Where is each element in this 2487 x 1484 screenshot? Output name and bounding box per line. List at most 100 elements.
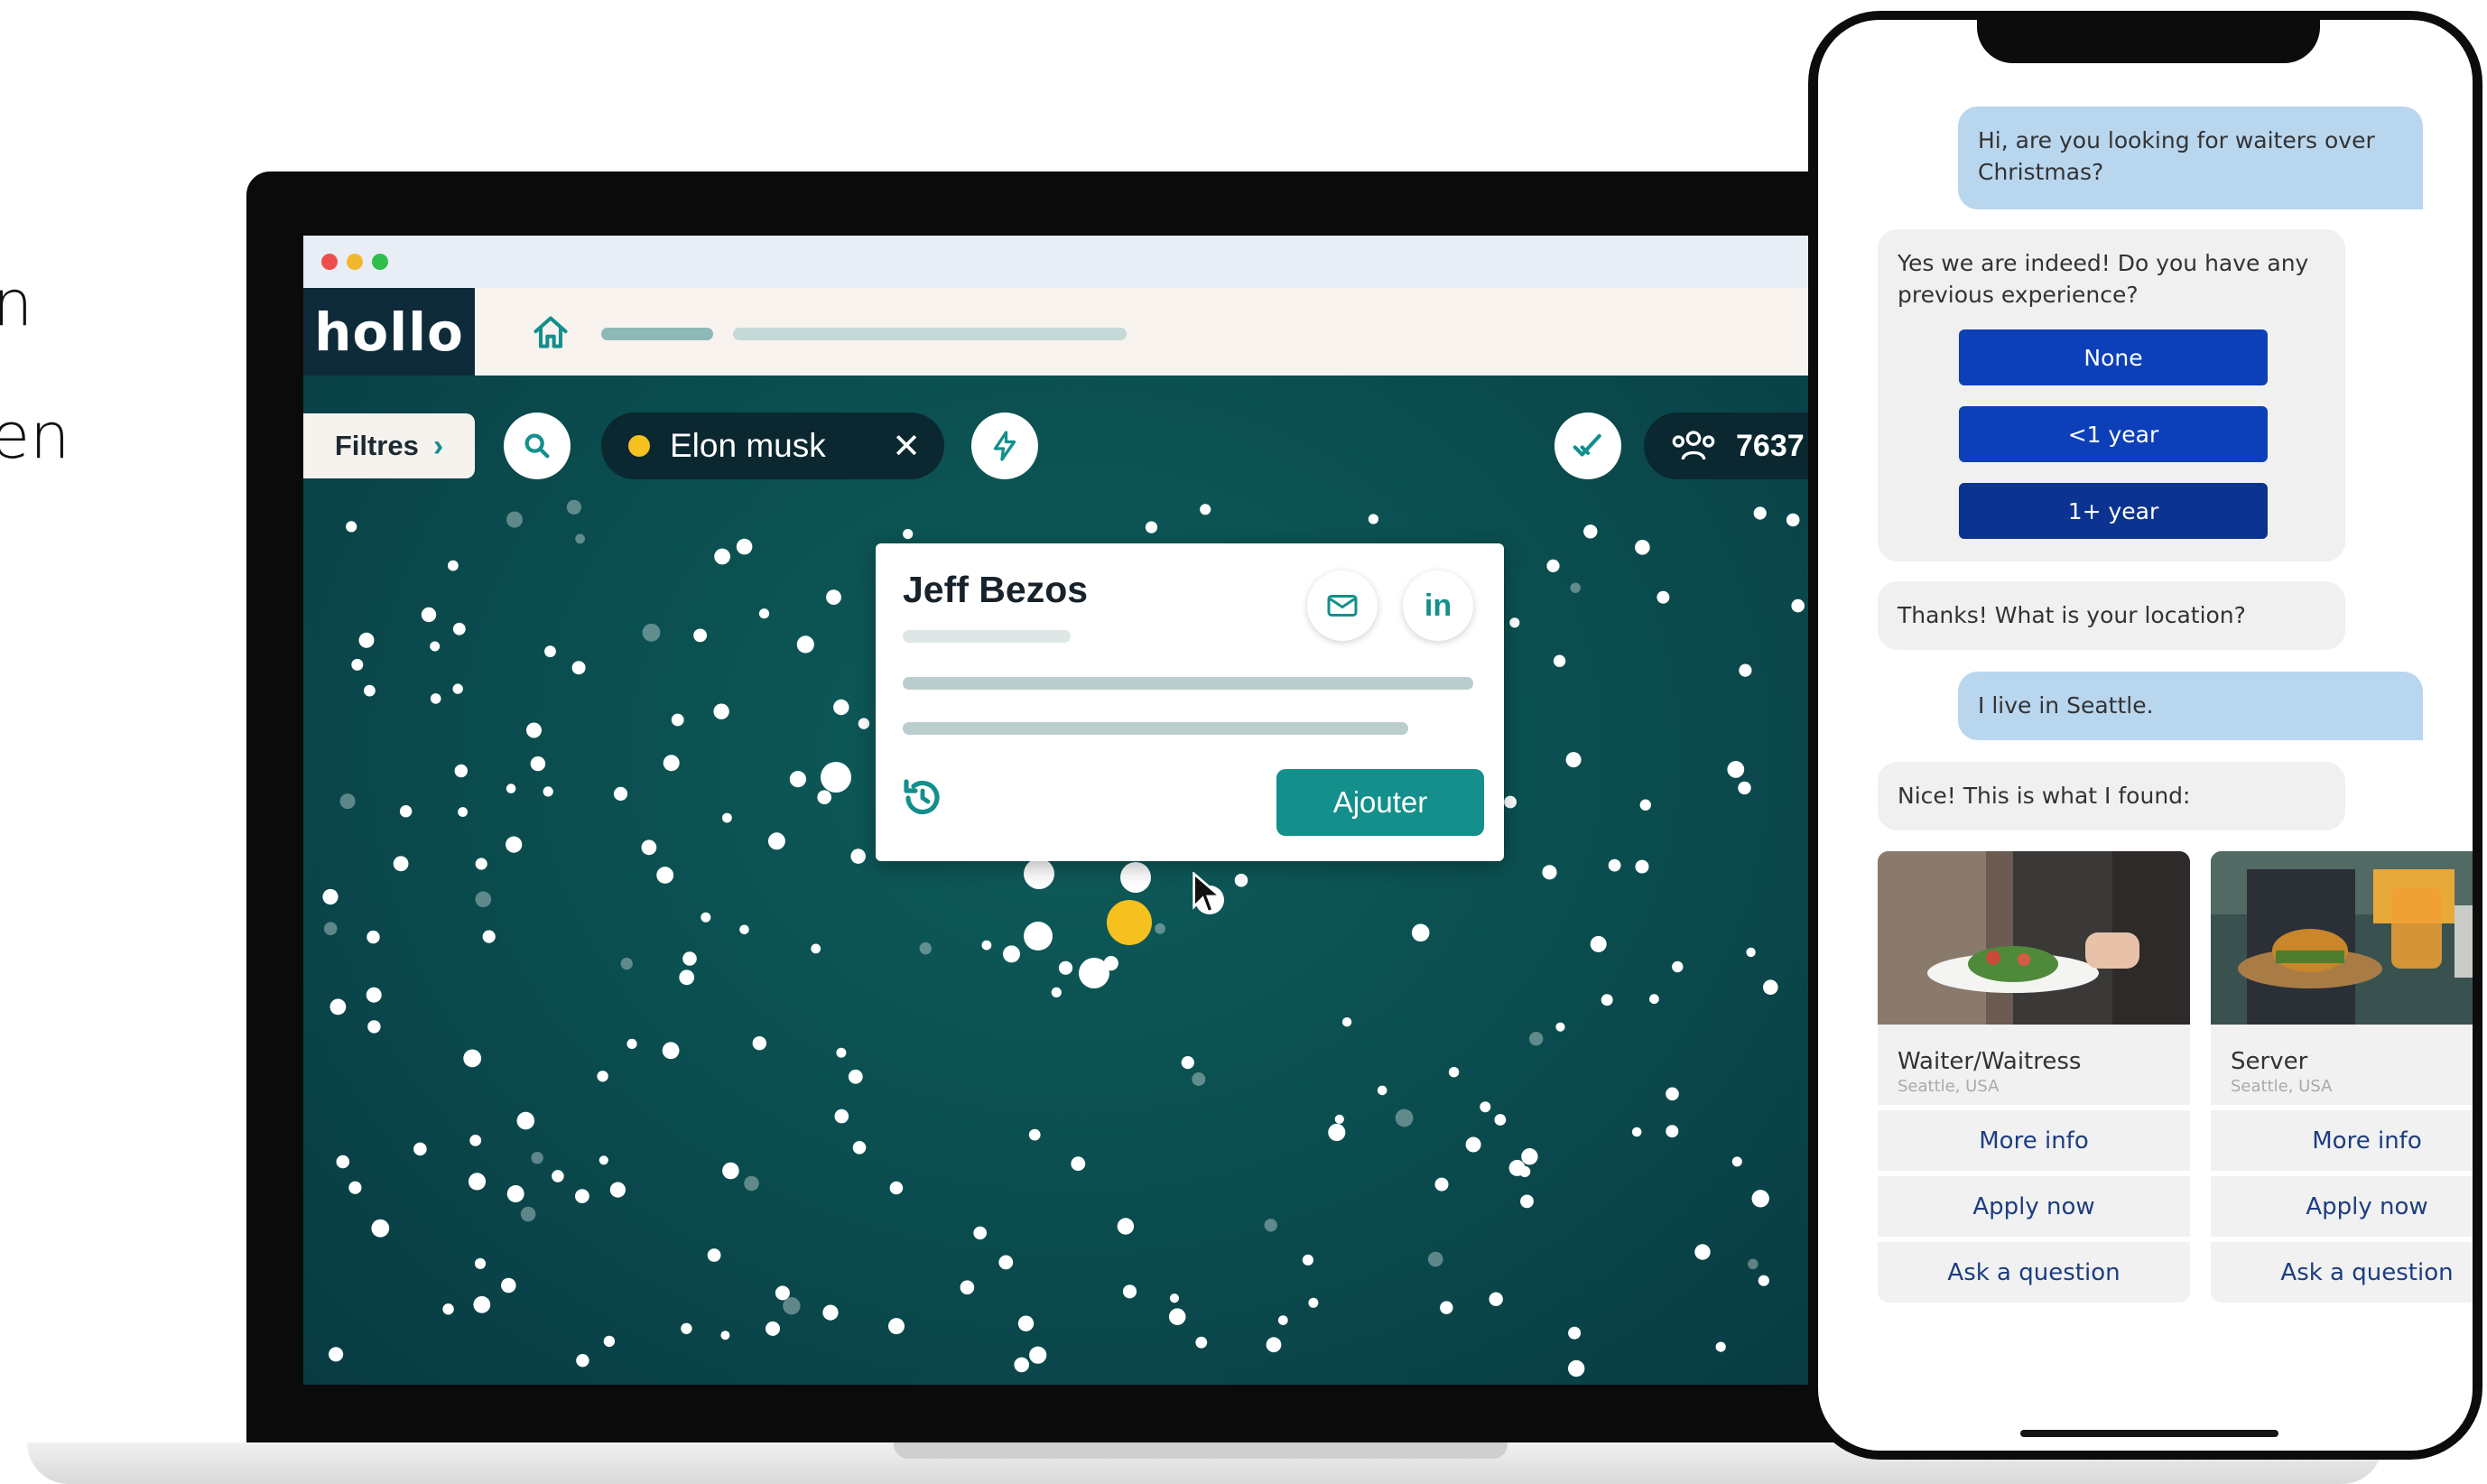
graph-node[interactable] <box>1341 1017 1352 1027</box>
graph-node[interactable] <box>714 548 730 565</box>
graph-node[interactable] <box>468 1173 487 1191</box>
graph-node[interactable] <box>1122 1285 1137 1299</box>
graph-node[interactable] <box>576 1354 589 1368</box>
graph-node[interactable] <box>1518 1165 1531 1178</box>
graph-node[interactable] <box>1639 799 1652 811</box>
graph-node[interactable] <box>1302 1254 1313 1266</box>
ask-question-button[interactable]: Ask a question <box>2211 1237 2473 1303</box>
graph-node[interactable] <box>1200 504 1211 515</box>
graph-node[interactable] <box>506 784 516 793</box>
graph-node[interactable] <box>323 922 338 935</box>
graph-node[interactable] <box>571 661 586 675</box>
graph-node[interactable] <box>339 793 356 810</box>
graph-node[interactable] <box>1334 1114 1344 1124</box>
graph-node[interactable] <box>1694 1244 1711 1260</box>
graph-node[interactable] <box>399 805 413 818</box>
graph-node[interactable] <box>1565 752 1582 768</box>
graph-node[interactable] <box>1003 945 1020 963</box>
selected-graph-node[interactable] <box>1107 900 1152 945</box>
graph-node[interactable] <box>442 1303 454 1315</box>
graph-node[interactable] <box>998 1255 1014 1270</box>
graph-node[interactable] <box>663 755 680 772</box>
graph-node[interactable] <box>766 1321 780 1336</box>
apply-now-button[interactable]: Apply now <box>1878 1171 2190 1237</box>
graph-node[interactable] <box>413 1142 427 1156</box>
graph-node[interactable] <box>848 1069 863 1084</box>
graph-node[interactable] <box>960 1280 975 1294</box>
graph-node[interactable] <box>1377 1085 1387 1096</box>
graph-node[interactable] <box>626 1038 637 1049</box>
graph-node[interactable] <box>1739 663 1752 677</box>
graph-node[interactable] <box>1024 858 1054 889</box>
graph-node[interactable] <box>1568 1359 1585 1377</box>
graph-node[interactable] <box>1748 1258 1759 1270</box>
graph-node[interactable] <box>458 807 468 817</box>
graph-node[interactable] <box>1753 506 1767 520</box>
graph-node[interactable] <box>833 699 849 716</box>
linkedin-button[interactable]: in <box>1403 570 1473 641</box>
graph-node[interactable] <box>1489 1292 1503 1306</box>
graph-node[interactable] <box>448 560 459 571</box>
graph-node[interactable] <box>722 1162 739 1180</box>
graph-node[interactable] <box>454 764 468 778</box>
graph-node[interactable] <box>1266 1337 1282 1353</box>
graph-node[interactable] <box>679 969 695 986</box>
graph-node[interactable] <box>367 1020 381 1034</box>
graph-node[interactable] <box>1509 617 1520 628</box>
graph-node[interactable] <box>1308 1297 1319 1308</box>
graph-node[interactable] <box>452 683 463 694</box>
apply-now-button[interactable]: Apply now <box>2211 1171 2473 1237</box>
graph-node[interactable] <box>858 718 870 729</box>
graph-node[interactable] <box>973 1226 987 1240</box>
graph-node[interactable] <box>1672 960 1684 973</box>
graph-node[interactable] <box>506 836 523 853</box>
graph-node[interactable] <box>452 622 466 635</box>
graph-node[interactable] <box>1727 761 1745 778</box>
quick-action-button[interactable] <box>971 413 1038 479</box>
graph-node[interactable] <box>739 924 749 935</box>
email-button[interactable] <box>1307 570 1378 641</box>
search-button[interactable] <box>504 413 571 479</box>
graph-node[interactable] <box>526 722 542 738</box>
graph-node[interactable] <box>1504 795 1517 809</box>
graph-node[interactable] <box>1758 1275 1769 1286</box>
graph-node[interactable] <box>1277 1315 1288 1325</box>
graph-node[interactable] <box>575 1189 589 1203</box>
graph-node[interactable] <box>613 786 628 802</box>
graph-node[interactable] <box>701 912 711 923</box>
graph-node[interactable] <box>1427 1251 1443 1267</box>
home-icon[interactable] <box>531 313 571 353</box>
graph-node[interactable] <box>1494 1114 1507 1126</box>
graph-node[interactable] <box>506 511 523 528</box>
graph-node[interactable] <box>789 771 807 788</box>
graph-node[interactable] <box>366 987 382 1003</box>
graph-node[interactable] <box>322 888 339 905</box>
graph-node[interactable] <box>682 951 697 966</box>
graph-node[interactable] <box>1791 598 1805 613</box>
graph-node[interactable] <box>1746 947 1756 958</box>
graph-node[interactable] <box>1448 1067 1460 1078</box>
graph-node[interactable] <box>482 930 496 943</box>
graph-node[interactable] <box>1145 521 1158 533</box>
graph-node[interactable] <box>430 641 441 652</box>
graph-node[interactable] <box>1583 524 1598 539</box>
graph-node[interactable] <box>1117 1218 1135 1235</box>
graph-node[interactable] <box>1029 1346 1047 1364</box>
graph-node[interactable] <box>681 1322 692 1335</box>
graph-node[interactable] <box>1666 1125 1679 1138</box>
graph-node[interactable] <box>506 1185 524 1202</box>
graph-node[interactable] <box>599 1155 608 1165</box>
graph-node[interactable] <box>1328 1123 1346 1142</box>
graph-node[interactable] <box>367 930 380 944</box>
graph-node[interactable] <box>609 1182 626 1198</box>
graph-node[interactable] <box>1786 513 1800 527</box>
graph-node[interactable] <box>671 713 684 727</box>
graph-node[interactable] <box>1546 559 1560 572</box>
graph-node[interactable] <box>720 1331 730 1340</box>
graph-node[interactable] <box>850 849 866 864</box>
graph-node[interactable] <box>346 521 357 533</box>
graph-node[interactable] <box>566 499 581 515</box>
graph-node[interactable] <box>1368 514 1378 524</box>
graph-node[interactable] <box>364 684 376 697</box>
graph-node[interactable] <box>889 1181 904 1195</box>
